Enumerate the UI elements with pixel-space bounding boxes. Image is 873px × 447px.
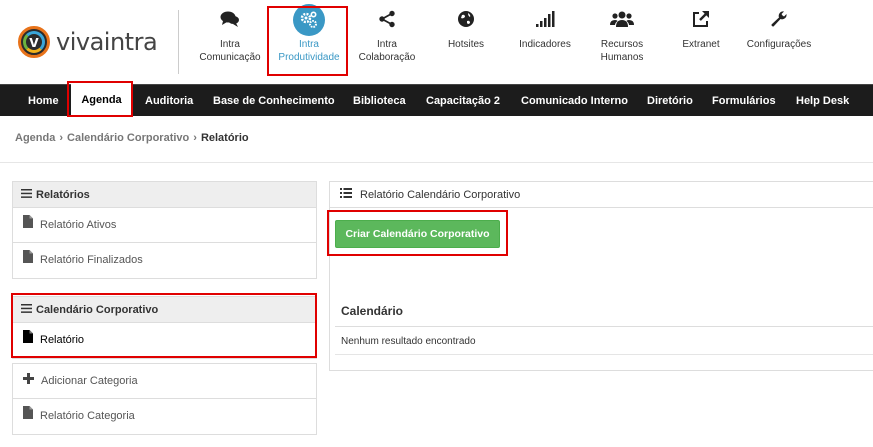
logo-mark-icon: v bbox=[18, 26, 50, 58]
topnav-label-1: Hotsites bbox=[447, 39, 485, 50]
users-icon bbox=[610, 10, 634, 32]
highlight-intra-produtividade bbox=[267, 6, 348, 76]
topnav-label-1: Configurações bbox=[746, 39, 812, 50]
chevron-right-icon: › bbox=[59, 132, 64, 144]
mainnav-formularios[interactable]: Formulários bbox=[712, 85, 776, 117]
chevron-right-icon: › bbox=[193, 132, 197, 144]
list-icon bbox=[21, 182, 32, 208]
content-header: Relatório Calendário Corporativo bbox=[330, 182, 873, 208]
breadcrumb: Agenda › Calendário Corporativo › Relatório bbox=[15, 132, 249, 144]
topnav-label-1: Intra bbox=[219, 39, 240, 50]
topnav-label-2: Colaboração bbox=[358, 52, 416, 63]
topnav-label-2: Humanos bbox=[600, 52, 644, 63]
sidebar-relatorios-panel: Relatórios Relatório Ativos Relatório Fi… bbox=[12, 181, 317, 279]
breadcrumb-calendario[interactable]: Calendário Corporativo bbox=[67, 132, 189, 144]
topnav-extranet[interactable]: Extranet bbox=[661, 8, 741, 51]
mainnav-diretorio[interactable]: Diretório bbox=[647, 85, 693, 117]
sidebar-item-relatorio-categoria[interactable]: Relatório Categoria bbox=[13, 399, 316, 434]
topnav-intra-comunicacao[interactable]: Intra Comunicação bbox=[190, 8, 270, 64]
mainnav-capacitacao[interactable]: Capacitação 2 bbox=[426, 85, 500, 117]
table-header-divider bbox=[335, 326, 873, 327]
mainnav-biblioteca[interactable]: Biblioteca bbox=[353, 85, 406, 117]
vivaintra-logo[interactable]: v vivaintra bbox=[18, 26, 158, 58]
breadcrumb-current: Relatório bbox=[200, 132, 249, 144]
topnav-configuracoes[interactable]: Configurações bbox=[739, 8, 819, 51]
document-icon bbox=[23, 208, 33, 243]
table-row-divider bbox=[335, 354, 873, 355]
plus-icon bbox=[23, 364, 34, 399]
chat-bubbles-icon bbox=[220, 10, 240, 32]
sidebar-extra-panel: Adicionar Categoria Relatório Categoria bbox=[12, 363, 317, 435]
topnav-label-1: Recursos bbox=[600, 39, 644, 50]
topnav-label-2: Comunicação bbox=[199, 52, 261, 63]
sidebar-relatorios-header: Relatórios bbox=[13, 182, 316, 208]
sidebar-item-relatorio-finalizados[interactable]: Relatório Finalizados bbox=[13, 243, 316, 278]
topnav-hotsites[interactable]: Hotsites bbox=[426, 8, 506, 51]
external-link-icon bbox=[692, 10, 710, 32]
highlight-criar-button bbox=[327, 210, 508, 256]
highlight-calendario-corporativo bbox=[11, 293, 317, 358]
share-icon bbox=[378, 10, 396, 32]
mainnav-base-conhecimento[interactable]: Base de Conhecimento bbox=[213, 85, 335, 117]
topnav-indicadores[interactable]: Indicadores bbox=[505, 8, 585, 51]
signal-bars-icon bbox=[535, 10, 555, 32]
breadcrumb-divider bbox=[0, 162, 873, 163]
topnav-label-1: Indicadores bbox=[519, 39, 571, 50]
header-divider bbox=[178, 10, 179, 74]
app-header: v vivaintra Intra Comunicação Intra Prod… bbox=[0, 0, 873, 84]
calendar-section-title: Calendário bbox=[341, 304, 404, 318]
sidebar-item-label: Adicionar Categoria bbox=[41, 374, 138, 387]
content-title: Relatório Calendário Corporativo bbox=[360, 188, 521, 201]
logo-text: vivaintra bbox=[56, 28, 158, 56]
topnav-label-1: Intra bbox=[376, 39, 397, 50]
mainnav-help-desk[interactable]: Help Desk bbox=[796, 85, 849, 117]
globe-icon bbox=[457, 10, 475, 32]
sidebar-item-label: Relatório Categoria bbox=[40, 410, 135, 422]
topnav-label-1: Extranet bbox=[682, 39, 720, 50]
sidebar-item-relatorio-ativos[interactable]: Relatório Ativos bbox=[13, 208, 316, 243]
mainnav-auditoria[interactable]: Auditoria bbox=[145, 85, 193, 117]
sidebar-item-label: Relatório Ativos bbox=[40, 218, 117, 231]
wrench-icon bbox=[770, 10, 788, 32]
sidebar-item-label: Relatório Finalizados bbox=[40, 254, 143, 266]
list-icon bbox=[340, 182, 352, 208]
topnav-recursos-humanos[interactable]: Recursos Humanos bbox=[582, 8, 662, 64]
mainnav-home[interactable]: Home bbox=[28, 85, 59, 117]
sidebar-relatorios-title: Relatórios bbox=[36, 189, 90, 201]
breadcrumb-agenda[interactable]: Agenda bbox=[15, 132, 55, 144]
document-icon bbox=[23, 399, 33, 434]
empty-message: Nenhum resultado encontrado bbox=[341, 336, 476, 347]
sidebar-item-adicionar-categoria[interactable]: Adicionar Categoria bbox=[13, 364, 316, 399]
topnav-intra-colaboracao[interactable]: Intra Colaboração bbox=[347, 8, 427, 64]
document-icon bbox=[23, 243, 33, 278]
mainnav-comunicado-interno[interactable]: Comunicado Interno bbox=[521, 85, 628, 117]
highlight-agenda bbox=[67, 81, 133, 117]
